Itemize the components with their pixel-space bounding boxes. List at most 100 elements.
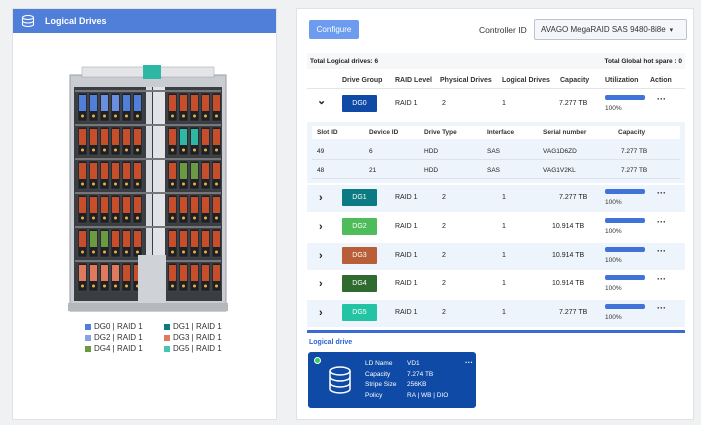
drive-carrier bbox=[202, 265, 209, 281]
drive-led bbox=[81, 284, 84, 288]
drive-led bbox=[92, 250, 95, 254]
physical-drive-cell: HDD bbox=[424, 167, 439, 174]
legend-item: DG4 | RAID 1 bbox=[85, 344, 156, 353]
capacity-value: 7.277 TB bbox=[559, 309, 588, 316]
panel-header: Logical Drives bbox=[13, 9, 276, 33]
drive-led bbox=[92, 148, 95, 152]
drive-carrier bbox=[213, 95, 220, 111]
drive-carrier bbox=[169, 129, 176, 145]
chevron-right-icon[interactable]: › bbox=[319, 221, 323, 233]
configure-button[interactable]: Configure bbox=[309, 20, 359, 39]
drive-carrier bbox=[202, 231, 209, 247]
physical-drives-count: 2 bbox=[442, 100, 446, 107]
utilization-text: 100% bbox=[605, 314, 622, 321]
drive-carrier bbox=[123, 95, 130, 111]
utilization-fill bbox=[605, 95, 645, 100]
drive-led bbox=[193, 182, 196, 186]
drive-carrier bbox=[90, 129, 97, 145]
drive-group-badge[interactable]: DG0 bbox=[342, 95, 377, 112]
chevron-right-icon[interactable]: › bbox=[319, 192, 323, 204]
logical-drive-label: LD Name bbox=[365, 360, 393, 367]
subtable-column-header: Drive Type bbox=[424, 129, 457, 136]
drive-carrier bbox=[191, 163, 198, 179]
drive-group-table-header: Drive Group RAID Level Physical Drives Logi… bbox=[307, 75, 685, 89]
capacity-value: 10.914 TB bbox=[552, 280, 585, 287]
physical-drive-row[interactable]: 49 6 HDD SAS VAG1D6ZD 7.277 TB bbox=[312, 142, 680, 160]
chevron-right-icon[interactable]: › bbox=[319, 250, 323, 262]
utilization-meter: 100% bbox=[605, 95, 645, 112]
drive-carrier bbox=[180, 163, 187, 179]
drive-led bbox=[215, 250, 218, 254]
drive-group-badge[interactable]: DG1 bbox=[342, 189, 377, 206]
logical-drive-value: RA | WB | DIO bbox=[407, 391, 449, 399]
drive-led bbox=[136, 148, 139, 152]
chevron-right-icon[interactable]: › bbox=[319, 278, 323, 290]
drive-led bbox=[92, 182, 95, 186]
drive-group-badge[interactable]: DG3 bbox=[342, 247, 377, 264]
more-actions-icon[interactable]: ··· bbox=[657, 188, 666, 198]
drive-carrier bbox=[101, 129, 108, 145]
more-actions-icon[interactable]: ··· bbox=[657, 217, 666, 227]
drive-led bbox=[114, 250, 117, 254]
subtable-column-header: Serial number bbox=[543, 129, 587, 136]
drive-carrier bbox=[112, 231, 119, 247]
legend-label: DG3 | RAID 1 bbox=[173, 333, 222, 342]
drive-group-row[interactable]: › DG1 RAID 1 2 1 7.277 TB 100% ··· bbox=[307, 185, 685, 212]
bay-divider bbox=[75, 226, 221, 228]
bay-divider bbox=[75, 158, 221, 160]
legend-item: DG1 | RAID 1 bbox=[164, 322, 235, 331]
drive-led bbox=[215, 216, 218, 220]
utilization-meter: 100% bbox=[605, 275, 645, 292]
drive-carrier bbox=[213, 265, 220, 281]
drive-led bbox=[103, 216, 106, 220]
drive-led bbox=[193, 114, 196, 118]
physical-drive-cell: 48 bbox=[317, 167, 325, 174]
chevron-down-icon[interactable]: ⌄ bbox=[317, 94, 326, 107]
more-actions-icon[interactable]: ··· bbox=[465, 358, 473, 367]
bay-divider bbox=[75, 90, 221, 92]
more-actions-icon[interactable]: ··· bbox=[657, 94, 666, 104]
drive-carrier bbox=[101, 163, 108, 179]
utilization-meter: 100% bbox=[605, 304, 645, 321]
drive-group-row[interactable]: › DG3 RAID 1 2 1 10.914 TB 100% ··· bbox=[307, 243, 685, 270]
column-header: Drive Group bbox=[342, 77, 383, 84]
drive-led bbox=[204, 250, 207, 254]
drive-group-badge[interactable]: DG2 bbox=[342, 218, 377, 235]
drive-led bbox=[171, 250, 174, 254]
more-actions-icon[interactable]: ··· bbox=[657, 274, 666, 284]
drive-carrier bbox=[191, 129, 198, 145]
column-header: Physical Drives bbox=[440, 77, 492, 84]
status-online-icon bbox=[314, 357, 321, 364]
subtable-column-header: Slot ID bbox=[317, 129, 338, 136]
drive-group-row[interactable]: › DG5 RAID 1 2 1 7.277 TB 100% ··· bbox=[307, 300, 685, 327]
chevron-right-icon[interactable]: › bbox=[319, 307, 323, 319]
controller-id-select[interactable]: AVAGO MegaRAID SAS 9480-8i8e ▾ bbox=[534, 19, 687, 40]
drive-carrier bbox=[202, 163, 209, 179]
controller-id-label: Controller ID bbox=[479, 25, 527, 35]
drive-led bbox=[204, 114, 207, 118]
legend-item: DG2 | RAID 1 bbox=[85, 333, 156, 342]
drive-carrier bbox=[101, 197, 108, 213]
drive-led bbox=[171, 182, 174, 186]
drive-carrier bbox=[180, 265, 187, 281]
logical-drive-card[interactable]: LD Name Capacity Stripe Size Policy VD1 7.27… bbox=[308, 352, 476, 408]
drive-group-panel: Configure Controller ID AVAGO MegaRAID S… bbox=[296, 8, 694, 420]
drive-led bbox=[114, 284, 117, 288]
drive-carrier bbox=[134, 163, 141, 179]
physical-drives-count: 2 bbox=[442, 194, 446, 201]
more-actions-icon[interactable]: ··· bbox=[657, 303, 666, 313]
legend-label: DG0 | RAID 1 bbox=[94, 322, 143, 331]
drive-led bbox=[193, 148, 196, 152]
physical-drive-row[interactable]: 48 21 HDD SAS VAG1V2KL 7.277 TB bbox=[312, 161, 680, 179]
drive-group-row[interactable]: › DG2 RAID 1 2 1 10.914 TB 100% ··· bbox=[307, 214, 685, 241]
raid-level: RAID 1 bbox=[395, 252, 418, 259]
drive-group-badge[interactable]: DG5 bbox=[342, 304, 377, 321]
drive-group-row[interactable]: › DG4 RAID 1 2 1 10.914 TB 100% ··· bbox=[307, 271, 685, 298]
drive-group-row[interactable]: ⌄ DG0 RAID 1 2 1 7.277 TB 100% ··· bbox=[307, 91, 685, 118]
drive-group-badge[interactable]: DG4 bbox=[342, 275, 377, 292]
drive-led bbox=[182, 216, 185, 220]
database-icon bbox=[21, 15, 35, 27]
drive-led bbox=[193, 216, 196, 220]
physical-drive-cell: VAG1D6ZD bbox=[543, 148, 577, 155]
more-actions-icon[interactable]: ··· bbox=[657, 246, 666, 256]
